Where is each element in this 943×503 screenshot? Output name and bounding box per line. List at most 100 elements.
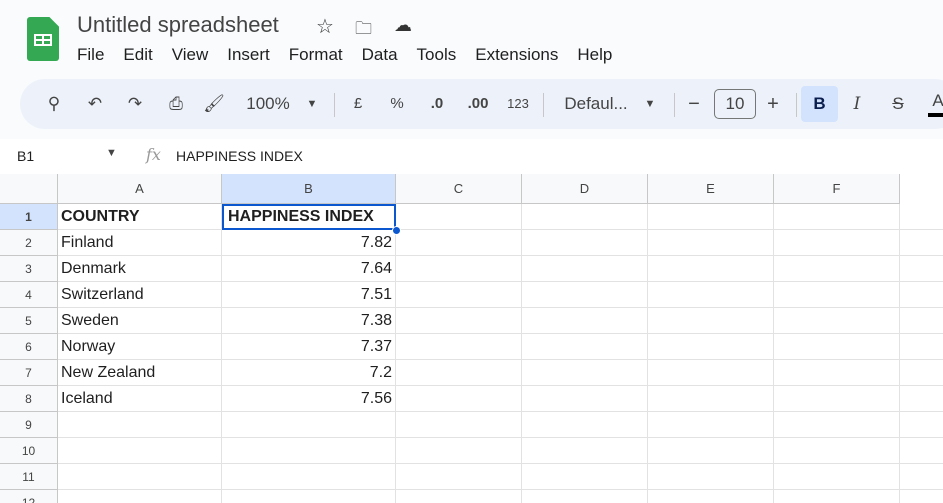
print-icon[interactable]: ⎙: [163, 79, 189, 129]
cell[interactable]: [522, 412, 648, 438]
text-color-button[interactable]: A: [928, 79, 943, 117]
undo-icon[interactable]: ↶: [83, 79, 107, 129]
cell[interactable]: [58, 412, 222, 438]
cell[interactable]: [396, 386, 522, 412]
cell[interactable]: [900, 412, 943, 438]
font-size-input[interactable]: 10: [714, 89, 756, 119]
row-header-1[interactable]: 1: [0, 204, 58, 230]
cell[interactable]: [522, 204, 648, 230]
number-format-button[interactable]: 123: [504, 79, 532, 129]
cell[interactable]: [396, 464, 522, 490]
cell[interactable]: Iceland: [58, 386, 222, 412]
cell[interactable]: Norway: [58, 334, 222, 360]
cell[interactable]: [522, 386, 648, 412]
cell[interactable]: [648, 334, 774, 360]
currency-button[interactable]: £: [348, 79, 368, 129]
row-header-5[interactable]: 5: [0, 308, 58, 334]
redo-icon[interactable]: ↷: [123, 79, 147, 129]
cell[interactable]: 7.82: [222, 230, 396, 256]
bold-button[interactable]: B: [801, 86, 838, 122]
cell[interactable]: [774, 386, 900, 412]
document-title[interactable]: Untitled spreadsheet: [77, 12, 279, 38]
cell[interactable]: [222, 490, 396, 503]
cell[interactable]: [522, 308, 648, 334]
cell[interactable]: Finland: [58, 230, 222, 256]
cell[interactable]: [222, 438, 396, 464]
cell[interactable]: 7.64: [222, 256, 396, 282]
cell[interactable]: [522, 282, 648, 308]
select-all-corner[interactable]: [0, 174, 58, 204]
cell[interactable]: [396, 334, 522, 360]
cell[interactable]: [648, 256, 774, 282]
column-header-F[interactable]: F: [774, 174, 900, 204]
sheets-logo[interactable]: [27, 17, 59, 61]
cell[interactable]: [648, 464, 774, 490]
row-header-11[interactable]: 11: [0, 464, 58, 490]
decrease-decimal-button[interactable]: .0: [425, 79, 449, 129]
cell[interactable]: [774, 334, 900, 360]
cell[interactable]: COUNTRY: [58, 204, 222, 230]
cell[interactable]: [648, 204, 774, 230]
cell[interactable]: [774, 256, 900, 282]
cell[interactable]: [774, 204, 900, 230]
cell[interactable]: [396, 412, 522, 438]
cell[interactable]: Denmark: [58, 256, 222, 282]
cell[interactable]: 7.2: [222, 360, 396, 386]
chevron-down-icon[interactable]: ▼: [642, 79, 658, 129]
row-header-6[interactable]: 6: [0, 334, 58, 360]
cell[interactable]: [900, 360, 943, 386]
cell[interactable]: [648, 282, 774, 308]
cell[interactable]: [222, 412, 396, 438]
cell[interactable]: [900, 282, 943, 308]
cell[interactable]: [222, 464, 396, 490]
cell[interactable]: [774, 360, 900, 386]
cell[interactable]: Switzerland: [58, 282, 222, 308]
italic-button[interactable]: I: [847, 79, 867, 129]
cell[interactable]: 7.56: [222, 386, 396, 412]
cell[interactable]: [522, 360, 648, 386]
cell[interactable]: New Zealand: [58, 360, 222, 386]
row-header-2[interactable]: 2: [0, 230, 58, 256]
column-header-D[interactable]: D: [522, 174, 648, 204]
cell[interactable]: [522, 490, 648, 503]
cell[interactable]: [522, 256, 648, 282]
cell[interactable]: [900, 386, 943, 412]
cell[interactable]: [900, 256, 943, 282]
search-icon[interactable]: ⚲: [42, 79, 66, 129]
cell[interactable]: 7.37: [222, 334, 396, 360]
cell[interactable]: [396, 282, 522, 308]
cell[interactable]: [774, 230, 900, 256]
cell[interactable]: [396, 204, 522, 230]
cell[interactable]: [396, 360, 522, 386]
cell[interactable]: [900, 438, 943, 464]
cell[interactable]: [396, 308, 522, 334]
cell[interactable]: [900, 230, 943, 256]
column-header-B[interactable]: B: [222, 174, 396, 204]
cell[interactable]: [648, 230, 774, 256]
menu-format[interactable]: Format: [289, 45, 343, 65]
cell[interactable]: [648, 386, 774, 412]
chevron-down-icon[interactable]: ▼: [106, 147, 117, 159]
cell[interactable]: Sweden: [58, 308, 222, 334]
percent-button[interactable]: %: [387, 79, 407, 129]
cell[interactable]: 7.51: [222, 282, 396, 308]
cell[interactable]: 7.38: [222, 308, 396, 334]
cell[interactable]: [774, 412, 900, 438]
cell[interactable]: [900, 490, 943, 503]
cell[interactable]: [522, 438, 648, 464]
increase-decimal-button[interactable]: .00: [464, 79, 492, 129]
row-header-12[interactable]: 12: [0, 490, 58, 503]
cell[interactable]: [774, 438, 900, 464]
cell[interactable]: [648, 308, 774, 334]
menu-insert[interactable]: Insert: [227, 45, 270, 65]
column-header-C[interactable]: C: [396, 174, 522, 204]
cell[interactable]: [522, 464, 648, 490]
menu-file[interactable]: File: [77, 45, 104, 65]
cell[interactable]: [522, 334, 648, 360]
cell[interactable]: [648, 360, 774, 386]
row-header-10[interactable]: 10: [0, 438, 58, 464]
cell[interactable]: [774, 464, 900, 490]
row-header-7[interactable]: 7: [0, 360, 58, 386]
cell[interactable]: [58, 490, 222, 503]
chevron-down-icon[interactable]: ▼: [304, 79, 320, 129]
